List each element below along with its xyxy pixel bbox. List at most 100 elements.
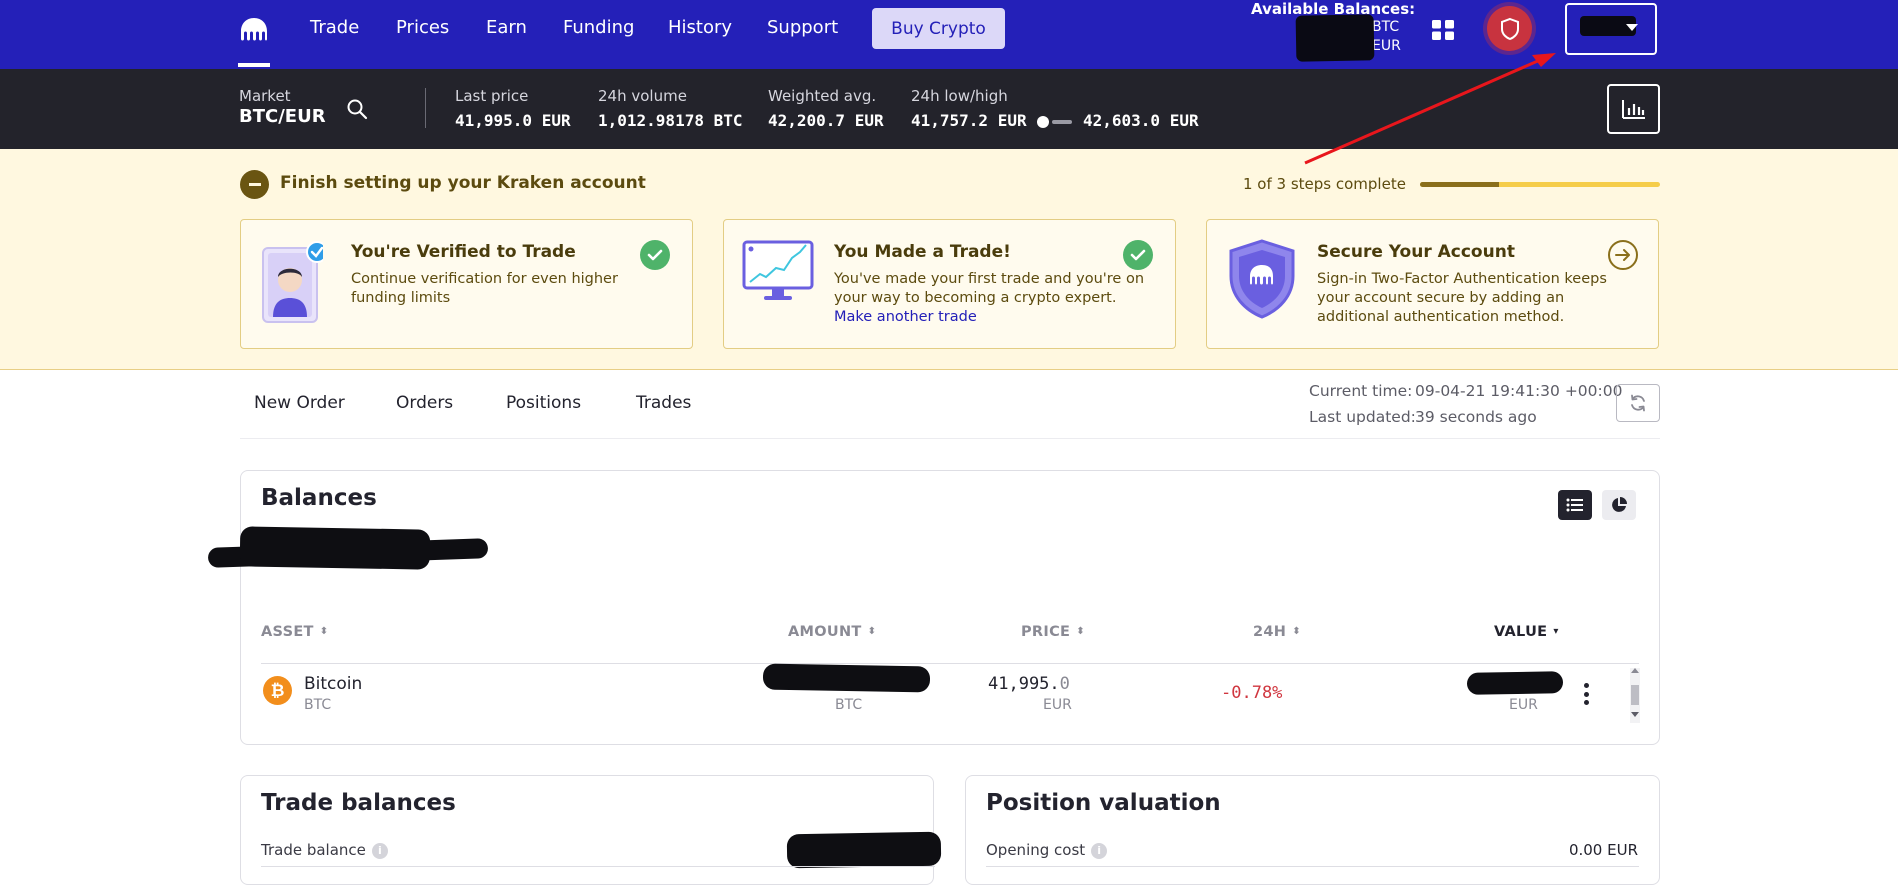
sort-desc-icon: ▾ <box>1553 626 1559 637</box>
trade-balances-title: Trade balances <box>261 790 456 816</box>
low-high-marker <box>1037 116 1049 128</box>
complete-check-icon <box>1123 240 1153 270</box>
price-unit: EUR <box>1043 697 1072 713</box>
security-status-button[interactable] <box>1487 6 1532 51</box>
refresh-button[interactable] <box>1616 384 1660 422</box>
market-divider <box>425 88 426 128</box>
balances-title: Balances <box>261 485 377 511</box>
high-value: 42,603.0 EUR <box>1083 111 1199 130</box>
sort-icon: ⬍ <box>1076 626 1085 637</box>
redacted-trade-balance <box>786 831 942 869</box>
column-header-24h[interactable]: 24H ⬍ <box>1253 624 1301 640</box>
setup-card-verified[interactable]: You're Verified to Trade Continue verifi… <box>240 219 693 349</box>
scroll-down-arrow[interactable] <box>1631 712 1639 717</box>
current-time-label: Current time: <box>1309 382 1413 400</box>
nav-earn[interactable]: Earn <box>486 17 527 38</box>
tab-orders[interactable]: Orders <box>396 393 453 413</box>
search-icon[interactable] <box>346 98 368 120</box>
setup-card-secure[interactable]: Secure Your Account Sign-in Two-Factor A… <box>1206 219 1659 349</box>
available-eur-unit: EUR <box>1372 38 1401 54</box>
setup-steps-text: 1 of 3 steps complete <box>1243 175 1406 193</box>
column-header-price[interactable]: PRICE ⬍ <box>1021 624 1085 640</box>
setup-card-title: You Made a Trade! <box>834 242 1011 262</box>
volume-label: 24h volume <box>598 87 687 105</box>
make-another-trade-link[interactable]: Make another trade <box>834 309 977 325</box>
weighted-avg-label: Weighted avg. <box>768 87 877 105</box>
amount-unit: BTC <box>835 697 863 713</box>
complete-check-icon <box>640 240 670 270</box>
redacted-value <box>1466 671 1564 695</box>
sort-icon: ⬍ <box>867 626 877 637</box>
setup-progress-bar <box>1420 182 1660 187</box>
redacted-balance <box>1295 14 1375 62</box>
tab-positions[interactable]: Positions <box>506 393 581 413</box>
column-header-asset[interactable]: ASSET ⬍ <box>261 624 328 640</box>
active-nav-indicator <box>238 63 270 67</box>
arrow-right-circle-icon[interactable] <box>1608 240 1638 270</box>
market-pair-selector[interactable]: BTC/EUR <box>239 106 326 127</box>
pie-view-button[interactable] <box>1602 490 1636 520</box>
price-value: 41,995.0 <box>988 674 1070 694</box>
pie-chart-icon <box>1612 497 1627 512</box>
volume-value: 1,012.98178 BTC <box>598 111 743 130</box>
current-time-value: 09-04-21 19:41:30 +00:00 <box>1415 382 1623 400</box>
column-header-value[interactable]: VALUE ▾ <box>1494 624 1559 640</box>
last-updated-value: 39 seconds ago <box>1415 408 1537 426</box>
asset-symbol: BTC <box>304 697 332 713</box>
more-options-icon[interactable] <box>1583 683 1589 705</box>
shield-illustration-icon <box>1229 239 1295 319</box>
nav-history[interactable]: History <box>668 17 732 38</box>
position-valuation-title: Position valuation <box>986 790 1221 816</box>
available-btc-unit: BTC <box>1372 19 1400 35</box>
bar-chart-icon <box>1621 100 1645 119</box>
nav-support[interactable]: Support <box>767 17 838 38</box>
shield-icon <box>1500 17 1519 40</box>
redacted-amount <box>762 663 931 693</box>
tab-trades[interactable]: Trades <box>636 393 691 413</box>
asset-name: Bitcoin <box>304 674 363 694</box>
low-high-range-bar <box>1052 120 1072 124</box>
sort-icon: ⬍ <box>1292 626 1301 637</box>
setup-card-description: You've made your first trade and you're … <box>834 270 1154 327</box>
low-high-label: 24h low/high <box>911 87 1008 105</box>
setup-progress-fill <box>1420 182 1500 187</box>
tab-new-order[interactable]: New Order <box>254 393 345 413</box>
buy-crypto-button[interactable]: Buy Crypto <box>872 8 1005 49</box>
grid-icon[interactable] <box>1431 19 1455 41</box>
minus-icon <box>248 183 261 186</box>
setup-card-trade[interactable]: You Made a Trade! You've made your first… <box>723 219 1176 349</box>
verified-user-illustration-icon <box>262 241 323 323</box>
setup-banner-title: Finish setting up your Kraken account <box>280 173 646 193</box>
row-divider <box>261 866 935 867</box>
list-view-button[interactable] <box>1558 490 1592 520</box>
scroll-thumb[interactable] <box>1631 685 1639 705</box>
list-icon <box>1566 498 1583 512</box>
setup-card-title: You're Verified to Trade <box>351 242 576 262</box>
collapse-banner-button[interactable] <box>240 170 269 199</box>
trade-balance-label: Trade balance i <box>261 841 388 859</box>
opening-cost-value: 0.00 EUR <box>1568 841 1638 859</box>
nav-trade[interactable]: Trade <box>310 17 359 38</box>
table-header-divider <box>261 663 1639 664</box>
nav-funding[interactable]: Funding <box>563 17 634 38</box>
last-price-value: 41,995.0 EUR <box>455 111 571 130</box>
weighted-avg-value: 42,200.7 EUR <box>768 111 884 130</box>
info-icon: i <box>371 842 388 859</box>
bitcoin-icon: ₿ <box>263 676 292 705</box>
low-value: 41,757.2 EUR <box>911 111 1027 130</box>
column-header-amount[interactable]: AMOUNT ⬍ <box>788 624 876 640</box>
opening-cost-label: Opening cost i <box>986 841 1108 859</box>
nav-prices[interactable]: Prices <box>396 17 449 38</box>
scroll-up-arrow[interactable] <box>1631 668 1639 673</box>
chevron-down-icon <box>1626 24 1638 31</box>
setup-card-title: Secure Your Account <box>1317 242 1515 262</box>
tabs-divider <box>240 438 1660 439</box>
setup-card-description-text: You've made your first trade and you're … <box>834 271 1145 306</box>
last-updated-label: Last updated: <box>1309 408 1416 426</box>
last-price-label: Last price <box>455 87 529 105</box>
redacted-total-balance-overlay <box>239 526 431 570</box>
balances-panel <box>240 470 1660 745</box>
setup-card-description: Sign-in Two-Factor Authentication keeps … <box>1317 271 1607 325</box>
chart-toggle-button[interactable] <box>1607 84 1660 134</box>
kraken-logo-icon[interactable] <box>238 14 270 46</box>
